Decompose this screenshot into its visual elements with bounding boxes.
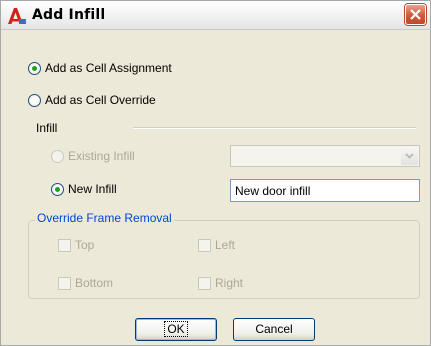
cancel-button[interactable]: Cancel — [233, 318, 315, 341]
existing-infill-option: Existing Infill — [51, 149, 135, 163]
cell-override-label: Add as Cell Override — [45, 93, 156, 107]
left-checkbox — [198, 238, 211, 252]
override-frame-removal-legend: Override Frame Removal — [35, 211, 174, 225]
ok-button-label: OK — [164, 321, 188, 337]
cell-override-option[interactable]: Add as Cell Override — [28, 93, 156, 107]
ok-button[interactable]: OK — [135, 318, 217, 341]
right-label: Right — [215, 276, 244, 290]
window-title: Add Infill — [32, 7, 106, 23]
cancel-button-label: Cancel — [255, 322, 293, 336]
infill-section-label: Infill — [36, 121, 58, 135]
cell-assignment-label: Add as Cell Assignment — [45, 61, 172, 75]
chevron-down-icon — [401, 147, 418, 165]
autocad-a-icon — [7, 7, 27, 25]
title-bar[interactable]: Add Infill — [1, 1, 430, 30]
bottom-option: Bottom — [58, 276, 113, 290]
bottom-checkbox — [58, 276, 71, 290]
add-infill-dialog: Add Infill Add as Cell Assignment Add as… — [0, 0, 431, 346]
close-x-icon — [410, 9, 421, 20]
new-infill-name-input[interactable]: New door infill — [230, 179, 420, 202]
bottom-label: Bottom — [75, 276, 114, 290]
existing-infill-radio — [51, 149, 64, 163]
new-infill-option[interactable]: New Infill — [51, 182, 117, 196]
existing-infill-select — [230, 145, 420, 167]
close-button[interactable] — [405, 4, 426, 25]
top-option: Top — [58, 238, 94, 252]
new-infill-radio[interactable] — [51, 182, 64, 196]
existing-infill-label: Existing Infill — [68, 149, 135, 163]
left-option: Left — [198, 238, 235, 252]
cell-assignment-option[interactable]: Add as Cell Assignment — [28, 61, 172, 75]
cell-assignment-radio[interactable] — [28, 61, 41, 75]
cell-override-radio[interactable] — [28, 93, 41, 107]
dialog-content: Add as Cell Assignment Add as Cell Overr… — [1, 30, 430, 346]
new-infill-label: New Infill — [68, 182, 117, 196]
top-checkbox — [58, 238, 71, 252]
right-checkbox — [198, 276, 211, 290]
right-option: Right — [198, 276, 243, 290]
top-label: Top — [75, 238, 95, 252]
infill-divider — [133, 127, 416, 129]
left-label: Left — [215, 238, 236, 252]
